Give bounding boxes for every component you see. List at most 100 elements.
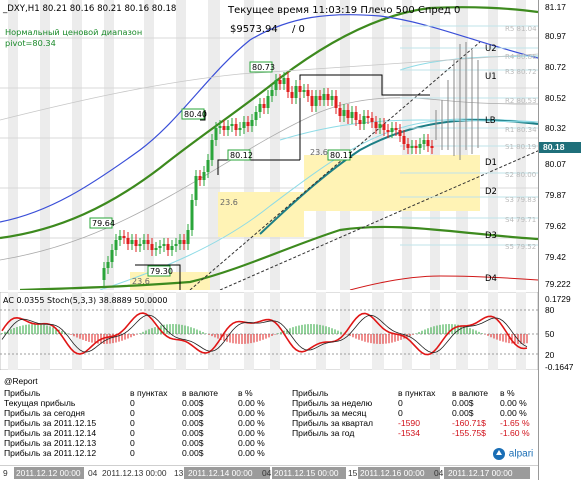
level-d1: D1 (485, 158, 497, 168)
fib-label-3: 23.6 (132, 277, 150, 286)
price-tick: 80.52 (545, 93, 566, 103)
price-tick: 79.62 (545, 221, 566, 231)
level-s2: S2 80.00 (505, 171, 536, 179)
candle-body (270, 90, 274, 96)
candle-body (190, 200, 194, 230)
candle-body (162, 244, 166, 246)
candle-body (142, 240, 146, 244)
fib-label-2: 23.6 (310, 148, 328, 157)
candle-body (158, 246, 162, 248)
osc-tick: 20 (545, 350, 555, 360)
candle-body (318, 96, 322, 100)
level-d2: D2 (485, 187, 497, 197)
oscillator-panel[interactable]: AC 0.0355 Stoch(5,3,3) 38.8889 50.0000 (0, 292, 581, 370)
candle-body (374, 122, 378, 128)
osc-tick: 0.1729 (545, 294, 571, 304)
price-axis[interactable]: 81.17 80.97 80.72 80.52 80.32 80.18 80.0… (538, 0, 581, 480)
level-s3: S3 79.83 (505, 196, 536, 204)
price-tick: 80.32 (545, 123, 566, 133)
price-tick: 79.222 (545, 279, 571, 289)
level-d3: D3 (485, 231, 497, 241)
candle-body (398, 130, 402, 136)
report-row: Прибыль за месяц 0 0.00$ 0.00 % (292, 408, 527, 418)
candle-body (302, 90, 306, 92)
time-axis[interactable]: 9 2011.12.12 00:00 04 2011.12.13 00:00 1… (0, 465, 538, 481)
candle-body (354, 112, 358, 120)
candle-body (310, 96, 314, 106)
symbol-line: _DXY,H1 80.21 80.16 80.21 80.16 80.18 (2, 4, 176, 14)
candle-body (286, 78, 290, 92)
label-79.64: 79.64 (92, 219, 115, 228)
candle-body (110, 250, 114, 262)
candle-body (230, 124, 234, 126)
fib-label-1: 23.6 (220, 198, 238, 207)
report-header: @Report (4, 376, 38, 386)
lots: / 0 (292, 24, 305, 35)
candle-body (182, 240, 186, 244)
candle-body (194, 176, 198, 200)
candle-body (298, 86, 302, 92)
candle-body (342, 110, 346, 116)
report-row: Прибыль за неделю 0 0.00$ 0.00 % (292, 398, 527, 408)
candle-body (326, 94, 330, 100)
level-r3: R3 80.72 (505, 68, 537, 76)
date-tick: 04 (434, 468, 444, 478)
candle-body (338, 108, 342, 116)
candle-body (362, 116, 366, 124)
level-s1: S1 80.19 (505, 143, 536, 151)
date-tick: 04 (88, 468, 98, 478)
candle-body (390, 128, 394, 132)
label-80.73: 80.73 (252, 63, 275, 72)
candle-body (106, 262, 110, 268)
date-tick: 2011.12.14 00:00 (188, 468, 253, 478)
candle-body (262, 104, 266, 108)
report-row: Прибыль за квартал -1590 -160.71$ -1.65 % (292, 418, 530, 428)
level-u1: U1 (485, 72, 497, 82)
report-panel: @Report в пунктах в валюте в % в пунктах… (0, 372, 538, 464)
candle-body (422, 140, 426, 144)
osc-tick: 50 (545, 329, 555, 339)
candle-body (170, 246, 174, 250)
candle-body (274, 80, 278, 90)
candle-body (266, 96, 270, 108)
candle-body (202, 172, 206, 180)
candle-body (210, 140, 214, 160)
candle-body (370, 118, 374, 122)
level-d4: D4 (485, 274, 497, 284)
date-tick: 2011.12.15 00:00 (274, 468, 339, 478)
price-chart[interactable]: 80.73 80.40 80.12 80.11 79.64 79.30 23.6… (0, 0, 581, 290)
price-tick: 79.87 (545, 190, 566, 200)
level-r4: R4 80.86 (505, 53, 537, 61)
osc-tick: -0.1647 (545, 362, 574, 372)
candle-body (218, 126, 222, 128)
label-80.11: 80.11 (330, 151, 353, 160)
candle-body (138, 244, 142, 246)
candle-body (254, 112, 258, 120)
equity: $9573.94 (230, 24, 278, 35)
candle-body (214, 128, 218, 140)
candle-body (402, 136, 406, 144)
candle-body (234, 124, 238, 130)
label-79.30: 79.30 (150, 267, 173, 276)
date-tick: 2011.12.16 00:00 (360, 468, 425, 478)
price-tick: 80.97 (545, 31, 566, 41)
level-r1: R1 80.34 (505, 126, 537, 134)
candle-body (322, 94, 326, 100)
candle-body (386, 130, 390, 132)
level-r2: R2 80.53 (505, 97, 537, 105)
current-price-badge: 80.18 (539, 142, 581, 153)
level-s5: S5 79.52 (505, 243, 536, 251)
candle-body (330, 96, 334, 100)
candle-body (242, 122, 246, 128)
level-lb: LB (485, 116, 496, 126)
candle-body (130, 240, 134, 244)
candle-body (346, 110, 350, 118)
date-tick: 13 (174, 468, 184, 478)
candle-body (378, 124, 382, 128)
alpari-logo: alpari (492, 447, 538, 463)
candle-body (414, 146, 418, 148)
price-tick: 81.17 (545, 2, 566, 12)
candle-body (278, 80, 282, 84)
candle-body (246, 122, 250, 126)
candle-body (294, 86, 298, 98)
